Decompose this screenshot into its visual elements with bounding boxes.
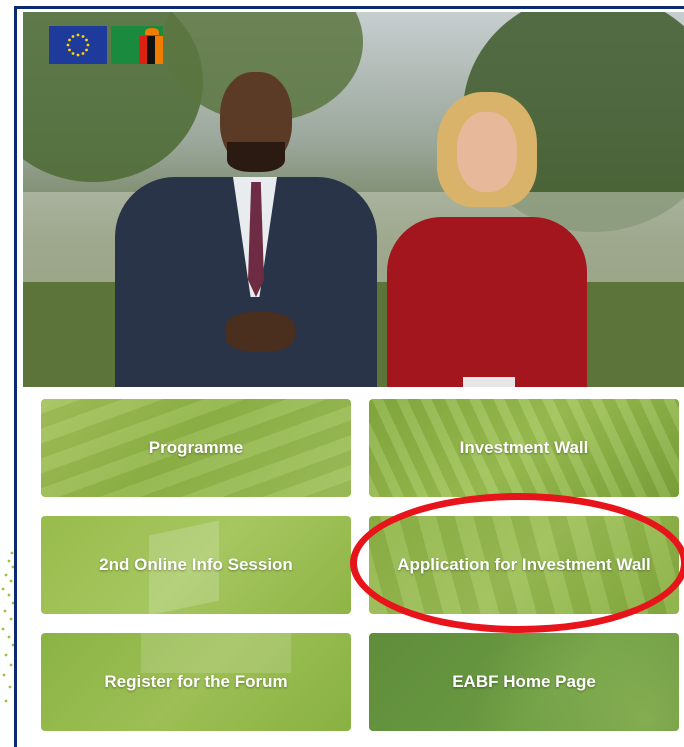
content-frame: Programme Investment Wall 2nd Online Inf… [14,6,684,747]
eabf-home-label: EABF Home Page [452,672,596,691]
hero-video-image[interactable] [23,12,684,387]
info-session-label: 2nd Online Info Session [99,555,293,574]
programme-label: Programme [148,438,244,457]
register-forum-tile[interactable]: Register for the Forum [41,633,351,731]
register-forum-label: Register for the Forum [104,672,288,691]
zambia-flag-icon [111,26,163,64]
info-session-tile[interactable]: 2nd Online Info Session [41,516,351,614]
application-investment-wall-tile[interactable]: Application for Investment Wall [369,516,679,614]
man-figure [115,72,377,387]
investment-wall-label: Investment Wall [459,438,589,457]
investment-wall-tile[interactable]: Investment Wall [369,399,679,497]
programme-tile[interactable]: Programme [41,399,351,497]
eabf-home-tile[interactable]: EABF Home Page [369,633,679,731]
application-investment-wall-label: Application for Investment Wall [397,555,651,574]
woman-figure [377,92,597,387]
eu-flag-icon [49,26,107,64]
